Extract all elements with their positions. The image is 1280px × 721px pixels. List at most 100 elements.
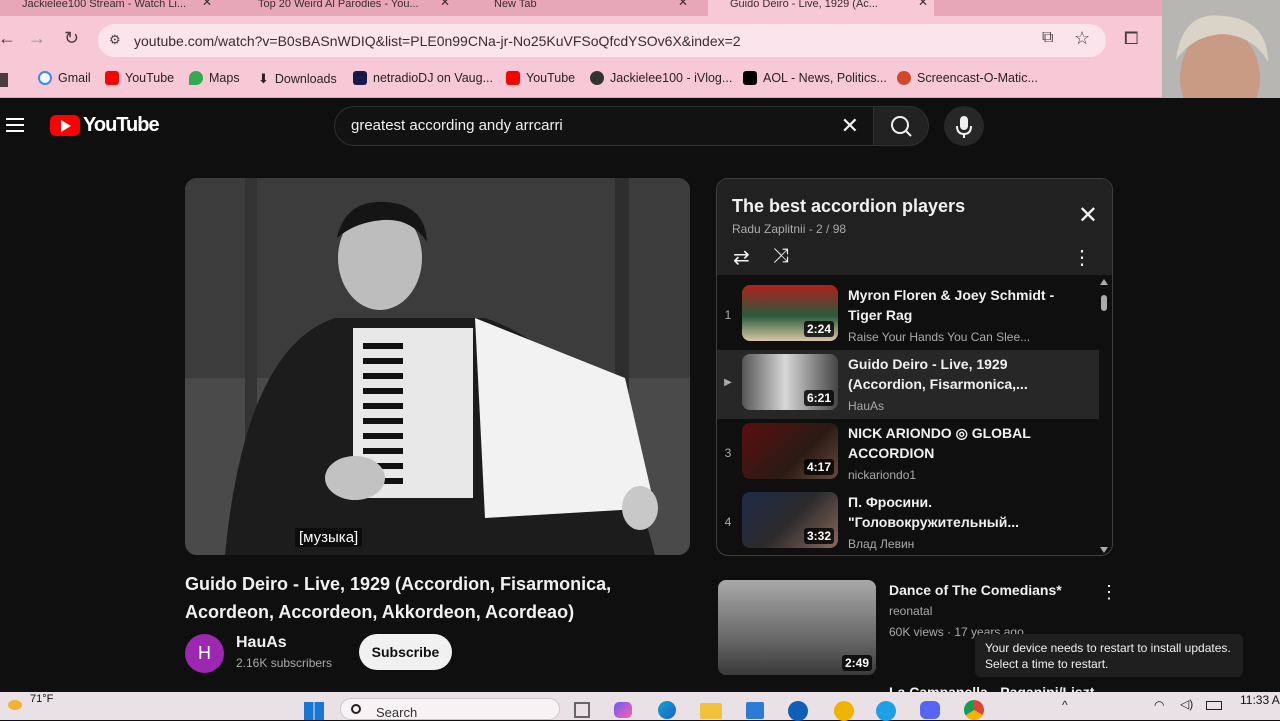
playlist-header: The best accordion players Radu Zaplitni… [717, 179, 1112, 275]
playlist-item-thumbnail: 6:21 [742, 354, 838, 410]
search-icon [351, 704, 361, 714]
loop-playlist-icon[interactable]: ⇄ [733, 245, 750, 270]
chevron-up-icon[interactable]: ^ [1062, 698, 1068, 712]
copilot-icon[interactable] [614, 702, 632, 718]
more-options-icon[interactable]: ⋮ [1100, 582, 1118, 603]
update-notification[interactable]: Your device needs to restart to install … [975, 634, 1243, 677]
start-button-icon[interactable] [304, 702, 324, 720]
search-input[interactable]: greatest according andy arrcarri ✕ [334, 106, 874, 146]
tab-guido-deiro[interactable]: Guido Deiro - Live, 1929 (Ac... ✕ [708, 0, 934, 16]
bookmark-jackielee[interactable]: Jackielee100 - iVlog... [590, 71, 732, 85]
chrome-icon[interactable] [964, 700, 984, 720]
skype-icon[interactable] [876, 701, 896, 721]
duration-badge: 2:24 [803, 321, 834, 337]
now-playing-icon: ▶ [724, 377, 732, 388]
extensions-icon[interactable]: ⧠ [1124, 28, 1138, 49]
playlist-item-channel: nickariondo1 [848, 468, 917, 482]
scroll-up-icon[interactable] [1100, 279, 1108, 285]
windows-taskbar: 71°F Search ^ ◠ ◁) 11:33 A [0, 692, 1280, 721]
netradio-icon [353, 71, 367, 85]
playlist-item[interactable]: 4 3:32 П. Фросини. "Головокружительный..… [717, 488, 1099, 555]
store-icon[interactable] [746, 702, 764, 719]
reload-icon[interactable]: ↻ [64, 28, 79, 49]
close-tab-icon[interactable]: ✕ [918, 0, 928, 8]
browser-tab-bar: Jackielee100 Stream - Watch Li... ✕ Top … [0, 0, 1162, 16]
back-arrow-icon[interactable]: ← [0, 28, 16, 49]
video-player[interactable]: [музыка] [185, 178, 690, 555]
playlist-item-current[interactable]: ▶ 6:21 Guido Deiro - Live, 1929 (Accordi… [717, 350, 1099, 419]
playlist-item-channel: Влад Левин [848, 537, 915, 551]
playlist-item-thumbnail: 2:24 [742, 285, 838, 341]
hp-icon[interactable] [788, 701, 808, 721]
search-button[interactable] [873, 106, 929, 146]
youtube-icon [105, 71, 119, 85]
playlist-scrollbar[interactable] [1099, 279, 1109, 555]
subscribe-button[interactable]: Subscribe [359, 634, 452, 670]
chrome-canary-icon[interactable] [834, 701, 854, 721]
tab-title: Top 20 Weird Al Parodies - You... [258, 0, 419, 10]
close-tab-icon[interactable]: ✕ [202, 0, 212, 8]
task-view-icon[interactable] [574, 702, 590, 718]
playlist-item-channel: Raise Your Hands You Can Slee... [848, 330, 1031, 344]
weather-icon[interactable] [8, 700, 22, 710]
recommended-video-channel: reonatal [889, 604, 933, 618]
playlist-item-channel: HauAs [848, 399, 885, 413]
install-app-icon[interactable]: ⧉ [1042, 29, 1053, 47]
clock-time[interactable]: 11:33 A [1240, 693, 1280, 707]
discord-icon[interactable] [920, 701, 940, 719]
scroll-down-icon[interactable] [1100, 547, 1108, 553]
clear-search-icon[interactable]: ✕ [841, 113, 859, 139]
close-playlist-icon[interactable]: ✕ [1078, 201, 1098, 230]
playlist-item[interactable]: 3 4:17 NICK ARIONDO ◎ GLOBAL ACCORDION n… [717, 419, 1099, 488]
apps-grid-icon[interactable] [0, 73, 8, 87]
site-info-icon[interactable]: ⚙ [109, 32, 121, 48]
url-text[interactable]: youtube.com/watch?v=B0sBASnWDIQ&list=PLE… [134, 33, 741, 49]
recommended-video-title: Dance of The Comedians* [889, 582, 1062, 598]
voice-search-button[interactable] [944, 106, 984, 146]
duration-badge: 2:49 [841, 655, 872, 671]
search-icon [891, 116, 912, 137]
search-query-text[interactable]: greatest according andy arrcarri [351, 117, 563, 134]
bookmark-screencast[interactable]: Screencast-O-Matic... [897, 71, 1038, 85]
forward-arrow-icon[interactable]: → [28, 28, 46, 49]
youtube-logo[interactable]: YouTube [50, 114, 160, 137]
shuffle-playlist-icon[interactable]: ⤨ [773, 245, 789, 268]
playlist-item[interactable]: 1 2:24 Myron Floren & Joey Schmidt - Tig… [717, 281, 1099, 350]
bookmark-aol[interactable]: AOL - News, Politics... [743, 71, 887, 85]
bookmark-youtube-1[interactable]: YouTube [105, 71, 174, 85]
youtube-header: YouTube greatest according andy arrcarri… [0, 98, 1280, 154]
more-options-icon[interactable]: ⋮ [1072, 245, 1092, 270]
channel-avatar[interactable]: H [185, 634, 224, 673]
video-caption: [музыка] [295, 528, 363, 547]
bookmark-youtube-2[interactable]: YouTube [506, 71, 575, 85]
close-tab-icon[interactable]: ✕ [440, 0, 450, 8]
wifi-icon[interactable]: ◠ [1154, 698, 1164, 712]
tab-jackielee-stream[interactable]: Jackielee100 Stream - Watch Li... ✕ [0, 0, 216, 16]
recommended-video-thumbnail[interactable]: 2:49 [718, 580, 876, 675]
video-frame-accordionist [185, 178, 690, 555]
bookmark-star-icon[interactable]: ☆ [1074, 28, 1090, 49]
channel-name[interactable]: HauAs [236, 634, 287, 652]
tab-weird-al[interactable]: Top 20 Weird Al Parodies - You... ✕ [236, 0, 454, 16]
playlist-title[interactable]: The best accordion players [732, 196, 965, 217]
update-notification-line1: Your device needs to restart to install … [985, 641, 1231, 655]
video-title: Guido Deiro - Live, 1929 (Accordion, Fis… [185, 574, 612, 622]
playlist-item-title: Myron Floren & Joey Schmidt - Tiger Rag [848, 287, 1055, 323]
tab-new-tab[interactable]: New Tab ✕ [472, 0, 694, 16]
bookmark-netradiodj[interactable]: netradioDJ on Vaug... [353, 71, 493, 85]
hamburger-menu-icon[interactable] [6, 118, 24, 132]
bookmark-downloads[interactable]: ⬇ Downloads [258, 71, 337, 87]
edge-icon[interactable] [658, 701, 676, 719]
close-tab-icon[interactable]: ✕ [678, 0, 688, 8]
scroll-thumb[interactable] [1101, 295, 1107, 311]
taskbar-search[interactable]: Search [340, 698, 560, 720]
volume-icon[interactable]: ◁) [1180, 697, 1193, 711]
bookmark-gmail[interactable]: Gmail [38, 71, 91, 85]
battery-icon[interactable] [1206, 701, 1222, 710]
playlist-item-title: Guido Deiro - Live, 1929 (Accordion, Fis… [848, 356, 1028, 392]
address-bar[interactable]: ⚙ youtube.com/watch?v=B0sBASnWDIQ&list=P… [98, 24, 1106, 57]
bookmark-maps[interactable]: Maps [189, 71, 240, 85]
file-explorer-icon[interactable] [700, 703, 722, 719]
weather-temperature[interactable]: 71°F [30, 693, 53, 705]
playlist-item-thumbnail: 3:32 [742, 492, 838, 548]
